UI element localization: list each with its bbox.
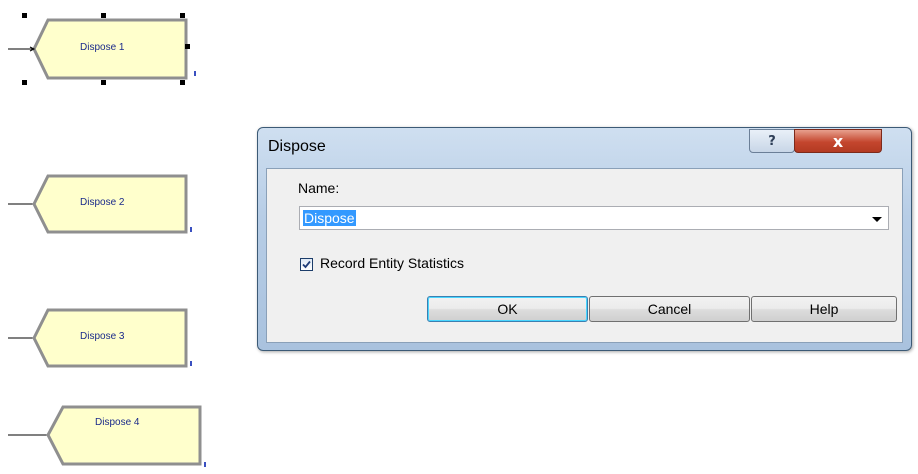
- help-icon: ?: [768, 133, 776, 149]
- module-label: Dispose 1: [80, 42, 125, 53]
- close-icon: x: [832, 131, 844, 151]
- module-label: Dispose 4: [95, 417, 140, 428]
- dialog-client-area: Name: Dispose Record Entity Statistics O…: [266, 168, 903, 343]
- help-button[interactable]: Help: [751, 296, 897, 322]
- dispose-shape: [8, 405, 202, 466]
- record-entity-statistics-label[interactable]: Record Entity Statistics: [320, 255, 464, 271]
- dispose-module-1[interactable]: Dispose 1: [8, 14, 198, 86]
- chevron-down-icon[interactable]: [872, 217, 882, 222]
- exit-port: [204, 462, 206, 467]
- selection-handle[interactable]: [101, 13, 106, 18]
- dialog-title: Dispose: [268, 138, 326, 155]
- dispose-dialog: Dispose ? x Name: Dispose Record Entity …: [257, 127, 912, 351]
- selection-handle[interactable]: [22, 80, 27, 85]
- selection-handle[interactable]: [180, 80, 185, 85]
- close-button[interactable]: x: [794, 129, 882, 153]
- cancel-button[interactable]: Cancel: [589, 296, 750, 322]
- selection-handle[interactable]: [185, 44, 190, 49]
- selection-handle[interactable]: [180, 13, 185, 18]
- help-caption-button[interactable]: ?: [749, 129, 795, 153]
- module-label: Dispose 3: [80, 331, 125, 342]
- module-label: Dispose 2: [80, 197, 125, 208]
- dispose-module-3[interactable]: Dispose 3: [8, 308, 198, 372]
- selection-handle[interactable]: [22, 13, 27, 18]
- checkmark-icon: [302, 260, 311, 269]
- dispose-module-2[interactable]: Dispose 2: [8, 174, 198, 238]
- exit-port: [190, 227, 192, 232]
- exit-port: [194, 71, 196, 76]
- ok-button[interactable]: OK: [427, 296, 588, 322]
- name-combobox[interactable]: Dispose: [299, 206, 889, 230]
- name-label: Name:: [298, 180, 340, 196]
- selection-handle[interactable]: [101, 80, 106, 85]
- dispose-module-4[interactable]: Dispose 4: [8, 404, 208, 470]
- exit-port: [190, 361, 192, 366]
- record-entity-statistics-checkbox[interactable]: [300, 258, 313, 271]
- name-input-value[interactable]: Dispose: [303, 210, 356, 226]
